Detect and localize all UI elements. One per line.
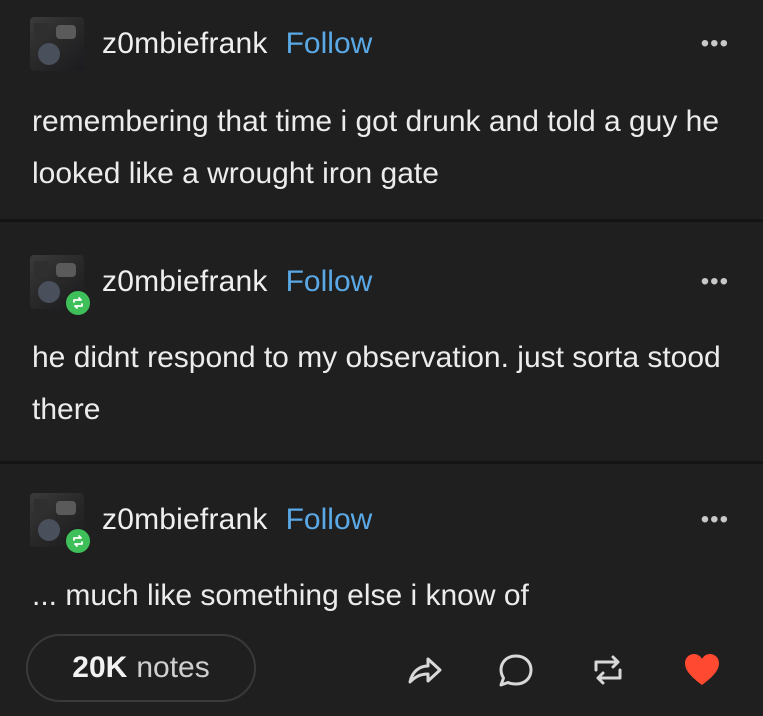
avatar[interactable] <box>30 493 92 555</box>
more-options-icon[interactable]: ••• <box>701 30 729 58</box>
username[interactable]: z0mbiefrank <box>102 265 268 299</box>
avatar-image-part <box>56 263 76 277</box>
post-text: he didnt respond to my observation. just… <box>32 341 721 426</box>
post-text: ... much like something else i know of <box>32 579 529 612</box>
notes-count: 20K <box>72 651 128 684</box>
post-header: z0mbiefrank Follow <box>30 252 373 317</box>
reblog-arrows-icon <box>73 535 83 547</box>
post-text: remembering that time i got drunk and to… <box>32 105 720 190</box>
reblog-post: z0mbiefrank Follow ••• ... much like som… <box>0 464 763 634</box>
reblog-badge-icon <box>64 289 92 317</box>
avatar-image-part <box>34 261 48 277</box>
notes-button[interactable]: 20K notes <box>26 634 256 702</box>
post-feed: z0mbiefrank Follow ••• remembering that … <box>0 0 763 716</box>
notes-label: notes <box>136 651 210 684</box>
reblog-post: z0mbiefrank Follow ••• he didnt respond … <box>0 222 763 460</box>
heart-icon[interactable] <box>682 650 722 690</box>
username[interactable]: z0mbiefrank <box>102 503 268 537</box>
avatar-image-part <box>38 43 60 65</box>
avatar-image-part <box>34 23 48 39</box>
post-footer: 20K notes <box>0 634 763 716</box>
reblog-badge-icon <box>64 527 92 555</box>
follow-button[interactable]: Follow <box>286 27 373 61</box>
username[interactable]: z0mbiefrank <box>102 27 268 61</box>
post-header: z0mbiefrank Follow <box>30 14 372 74</box>
avatar[interactable] <box>30 17 84 71</box>
avatar-image-part <box>38 281 60 303</box>
follow-button[interactable]: Follow <box>286 503 373 537</box>
more-options-icon[interactable]: ••• <box>701 268 729 296</box>
reblog-arrows-icon <box>73 297 83 309</box>
avatar-image-part <box>56 25 76 39</box>
follow-button[interactable]: Follow <box>286 265 373 299</box>
avatar-image-part <box>34 499 48 515</box>
avatar-image-part <box>56 501 76 515</box>
post-original: z0mbiefrank Follow ••• remembering that … <box>0 0 763 218</box>
avatar[interactable] <box>30 255 92 317</box>
reply-icon[interactable] <box>496 650 536 690</box>
share-icon[interactable] <box>404 650 444 690</box>
reblog-icon[interactable] <box>588 650 628 690</box>
avatar-image-part <box>38 519 60 541</box>
more-options-icon[interactable]: ••• <box>701 506 729 534</box>
post-header: z0mbiefrank Follow <box>30 490 373 555</box>
